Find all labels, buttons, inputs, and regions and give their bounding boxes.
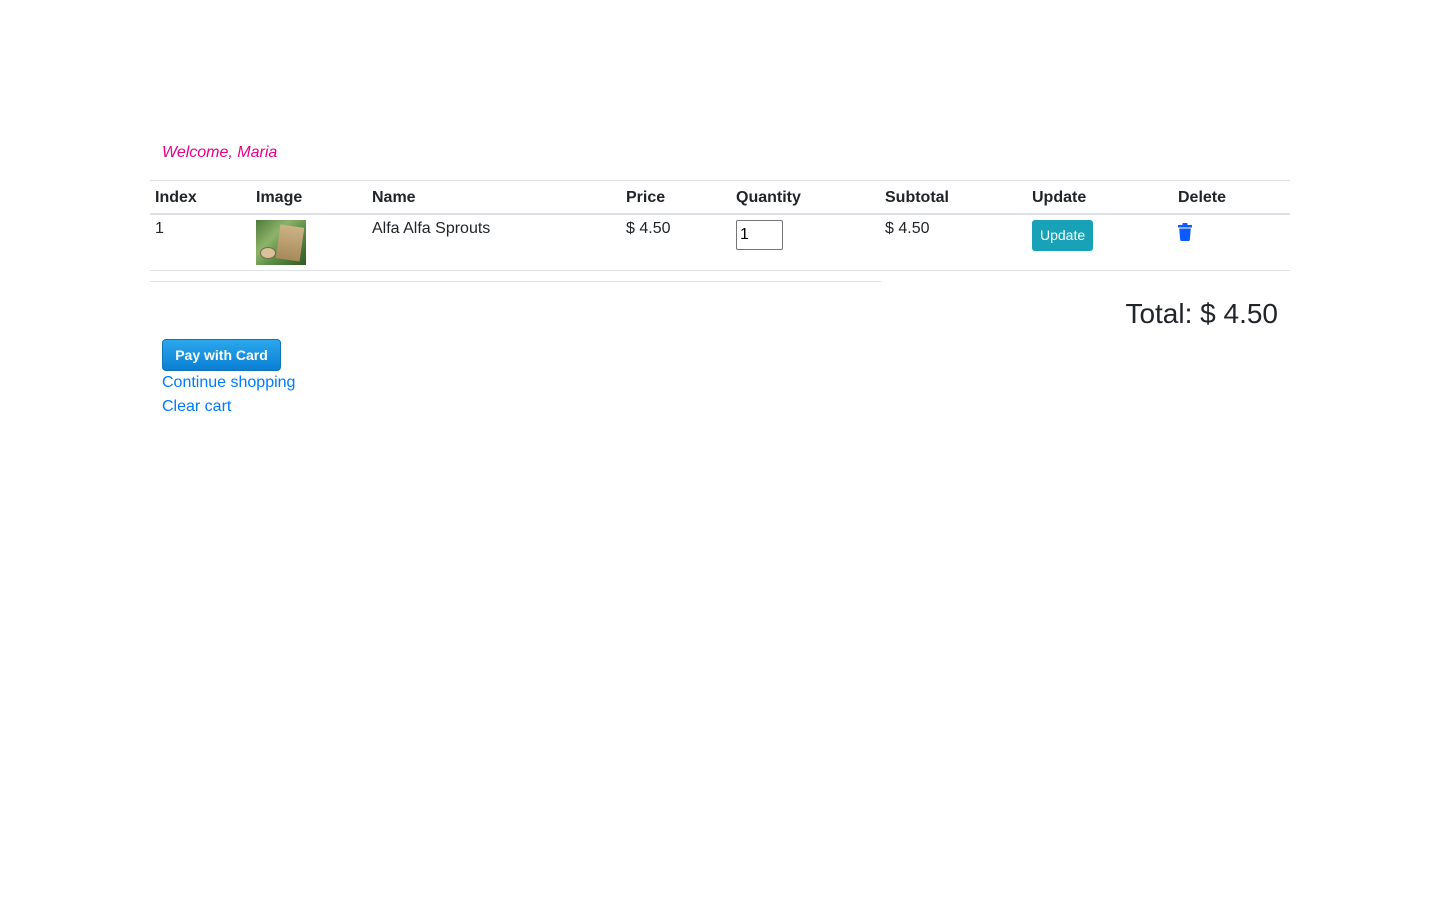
column-header-subtotal: Subtotal <box>880 180 1027 215</box>
row-index: 1 <box>150 214 251 271</box>
row-subtotal: $ 4.50 <box>880 214 1027 271</box>
column-header-price: Price <box>621 180 731 215</box>
continue-shopping-link[interactable]: Continue shopping <box>162 372 295 394</box>
welcome-message: Welcome, Maria <box>162 144 278 161</box>
cart-total: Total: $ 4.50 <box>1125 298 1278 329</box>
column-header-image: Image <box>251 180 367 215</box>
divider <box>150 281 881 282</box>
row-price: $ 4.50 <box>621 214 731 271</box>
update-button[interactable]: Update <box>1032 220 1094 251</box>
column-header-update: Update <box>1027 180 1173 215</box>
cart-table-header: Index Image Name Price Quantity Subtotal… <box>150 180 1290 215</box>
column-header-quantity: Quantity <box>731 180 880 215</box>
trash-icon[interactable] <box>1178 223 1192 241</box>
header-row: Index Image Name Price Quantity Subtotal… <box>150 180 1290 215</box>
cart-table: Index Image Name Price Quantity Subtotal… <box>150 180 1290 271</box>
cart-table-body: 1 Alfa Alfa Sprouts $ 4.50 $ 4.50 Update <box>150 214 1290 271</box>
column-header-delete: Delete <box>1173 180 1290 215</box>
column-header-index: Index <box>150 180 251 215</box>
column-header-name: Name <box>367 180 621 215</box>
row-quantity-cell <box>731 214 880 271</box>
product-image <box>256 220 306 265</box>
package-graphic <box>275 224 305 262</box>
row-image-cell <box>251 214 367 271</box>
row-name: Alfa Alfa Sprouts <box>367 214 621 271</box>
cart-summary-section: Total: $ 4.50 Pay with Card Continue sho… <box>150 271 1290 421</box>
table-row: 1 Alfa Alfa Sprouts $ 4.50 $ 4.50 Update <box>150 214 1290 271</box>
quantity-input[interactable] <box>736 220 783 250</box>
pay-with-card-button[interactable]: Pay with Card <box>162 339 281 371</box>
clear-cart-link[interactable]: Clear cart <box>162 396 231 418</box>
row-update-cell: Update <box>1027 214 1173 271</box>
cart-page: Welcome, Maria Index Image Name Price Qu… <box>150 0 1290 421</box>
row-delete-cell <box>1173 214 1290 271</box>
bowl-graphic <box>260 247 276 259</box>
